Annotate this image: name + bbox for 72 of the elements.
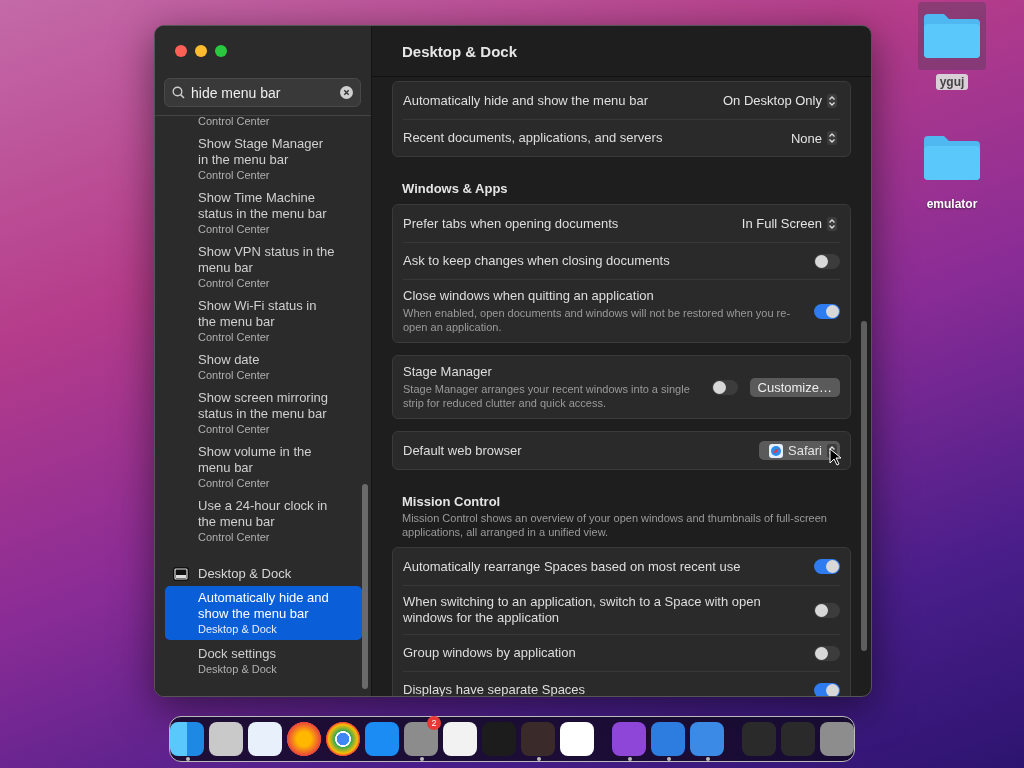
- search-input[interactable]: hide menu bar: [191, 84, 334, 101]
- setting-description: Stage Manager arranges your recent windows into a single strip for reduced clutter and quick access.: [403, 382, 691, 410]
- search-result[interactable]: Show date Control Center: [165, 348, 362, 386]
- up-down-chevron-icon: [827, 216, 837, 231]
- scrollbar[interactable]: [861, 321, 867, 651]
- toggle-switch[interactable]: [814, 303, 840, 319]
- app-icon[interactable]: [287, 722, 321, 756]
- setting-label: Group windows by application: [403, 645, 577, 661]
- setting-label: Prefer tabs when opening documents: [403, 215, 620, 232]
- popup-button[interactable]: In Full Screen: [738, 214, 840, 233]
- up-down-chevron-icon: [827, 93, 837, 108]
- clear-icon[interactable]: [340, 86, 353, 99]
- toggle-switch[interactable]: [814, 645, 840, 661]
- search-result[interactable]: Show screen mirroring status in the menu bar Control Center: [165, 386, 362, 440]
- search-result[interactable]: Show Stage Manager in the menu bar Control Center: [165, 132, 362, 186]
- app-icon[interactable]: [170, 722, 204, 756]
- search-result[interactable]: Show Time Machine status in the menu bar Control Center: [165, 186, 362, 240]
- section-heading: Mission Control: [402, 494, 502, 509]
- window-thumbnail[interactable]: [781, 722, 815, 756]
- setting-label: Automatically hide and show the menu bar: [403, 92, 649, 109]
- selection-highlight[interactable]: [918, 2, 986, 70]
- app-icon[interactable]: [443, 722, 477, 756]
- search-icon: [172, 86, 185, 99]
- zoom-button[interactable]: [215, 45, 227, 57]
- up-down-chevron-icon: [827, 131, 837, 145]
- setting-label: Recent documents, applications, and servers: [403, 130, 664, 146]
- toggle-switch[interactable]: [814, 682, 840, 696]
- compass-icon: [769, 443, 784, 458]
- search-result[interactable]: Show volume in the menu bar Control Center: [165, 440, 362, 494]
- setting-label: Displays have separate Spaces: [403, 682, 587, 696]
- folder-icon: [922, 12, 982, 60]
- toggle-switch[interactable]: [814, 559, 840, 574]
- window-thumbnail[interactable]: [742, 722, 776, 756]
- window-title: Desktop & Dock: [402, 42, 518, 60]
- section-header: Desktop & Dock: [198, 566, 292, 581]
- popup-button[interactable]: None: [787, 128, 840, 148]
- dock-window-icon: [173, 566, 189, 581]
- scrollbar[interactable]: [362, 484, 368, 689]
- notification-badge: 2: [427, 716, 441, 730]
- search-result[interactable]: Show Wi-Fi status in the menu bar Control Center: [165, 294, 362, 348]
- search-field[interactable]: hide menu bar: [164, 78, 361, 107]
- section-heading: Windows & Apps: [402, 181, 509, 196]
- app-icon[interactable]: [209, 722, 243, 756]
- search-result[interactable]: Control Center: [165, 116, 362, 132]
- popup-button[interactable]: Safari: [759, 441, 840, 460]
- setting-label: Ask to keep changes when closing documents: [403, 253, 671, 269]
- toggle-switch[interactable]: [814, 253, 840, 269]
- toggle-switch[interactable]: [814, 602, 840, 618]
- search-result[interactable]: Show VPN status in the menu bar Control Center: [165, 240, 362, 294]
- app-icon[interactable]: [326, 722, 360, 756]
- folder-icon: [922, 134, 982, 182]
- search-result[interactable]: Dock settings Desktop & Dock: [165, 642, 362, 680]
- folder-label[interactable]: yguj: [935, 74, 969, 90]
- setting-label: Automatically rearrange Spaces based on most recent use: [403, 558, 742, 575]
- search-result[interactable]: Automatically hide and show the menu bar Desktop & Dock: [165, 586, 362, 640]
- search-result[interactable]: Use a 24-hour clock in the menu bar Control Center: [165, 494, 362, 548]
- folder-label[interactable]: emulator: [922, 196, 982, 212]
- popup-button[interactable]: On Desktop Only: [720, 91, 840, 110]
- toggle-switch[interactable]: [711, 379, 738, 395]
- setting-label: Default web browser: [403, 442, 523, 459]
- minimize-button[interactable]: [195, 45, 207, 57]
- setting-label: When switching to an application, switch to a Space with open windows for the application: [403, 594, 762, 626]
- close-button[interactable]: [175, 45, 187, 57]
- setting-description: When enabled, open documents and windows will not be restored when you re-open an application.: [403, 306, 792, 334]
- section-description: Mission Control shows an overview of your open windows and thumbnails of full-screen applications, all arranged in a unified view.: [402, 511, 828, 539]
- setting-label: Stage Manager: [403, 364, 493, 380]
- setting-label: Close windows when quitting an application: [403, 288, 655, 304]
- app-icon[interactable]: [248, 722, 282, 756]
- app-icon[interactable]: [560, 722, 594, 756]
- trash-icon[interactable]: [820, 722, 854, 756]
- pointer-cursor-icon: [829, 448, 841, 466]
- customize-button[interactable]: Customize…: [749, 377, 840, 397]
